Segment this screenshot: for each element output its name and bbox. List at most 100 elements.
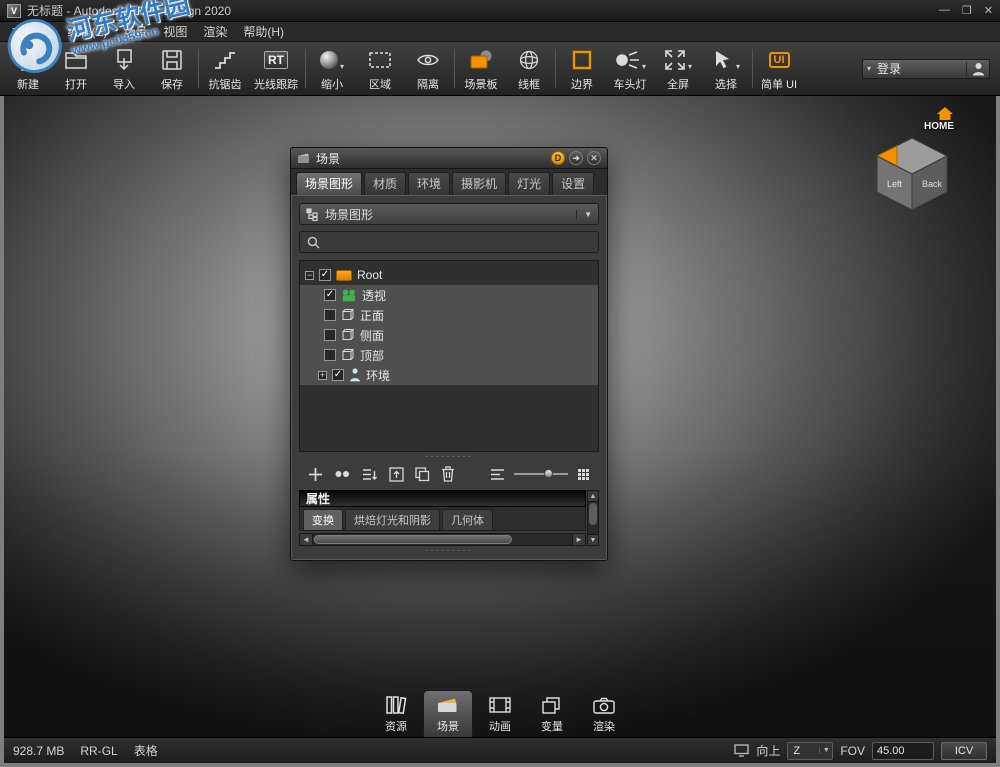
dock-assets[interactable]: 资源 xyxy=(371,690,421,737)
app-window: V 无标题 - Autodesk VRED Design 2020 — ❐ ✕ … xyxy=(0,0,1000,767)
scrollbar-thumb[interactable] xyxy=(589,503,597,525)
tab-material[interactable]: 材质 xyxy=(364,172,406,195)
region-icon xyxy=(368,46,392,74)
dock-variants[interactable]: 变量 xyxy=(527,690,577,737)
checkbox[interactable]: ✓ xyxy=(332,369,344,381)
toolbar-headlight[interactable]: ▾ 车头灯 xyxy=(606,44,654,93)
sort-list-button[interactable] xyxy=(362,467,378,482)
toolbar-new[interactable]: 新建 xyxy=(4,44,52,93)
user-icon xyxy=(966,62,985,76)
scenegraph-selector[interactable]: 场景图形 ▼ xyxy=(299,203,599,225)
scene-search[interactable] xyxy=(299,231,599,253)
expand-icon[interactable]: + xyxy=(318,371,327,380)
toolbar-zoom-out[interactable]: ▾ 缩小 xyxy=(308,44,356,93)
menu-help[interactable]: 帮助(H) xyxy=(235,21,292,42)
checkbox[interactable] xyxy=(324,349,336,361)
toolbar-select[interactable]: ▾ 选择 xyxy=(702,44,750,93)
toolbar-isolate[interactable]: 隔离 xyxy=(404,44,452,93)
scroll-down-arrow[interactable]: ▼ xyxy=(588,534,598,545)
tab-camera[interactable]: 摄影机 xyxy=(452,172,506,195)
checkbox[interactable]: ✓ xyxy=(319,269,331,281)
up-axis-dropdown[interactable]: Z ▼ xyxy=(787,742,833,760)
viewcube-home[interactable]: HOME xyxy=(924,106,954,132)
prop-tab-transform[interactable]: 变换 xyxy=(303,509,343,530)
toolbar-boundary[interactable]: 边界 xyxy=(558,44,606,93)
drag-grip[interactable]: ········· xyxy=(299,546,599,555)
tab-light[interactable]: 灯光 xyxy=(508,172,550,195)
add-node-button[interactable] xyxy=(308,467,323,482)
view-cube[interactable]: HOME Left Back xyxy=(864,106,960,212)
display-options-icon[interactable] xyxy=(490,468,505,481)
tree-item-top[interactable]: 顶部 xyxy=(300,345,598,365)
search-icon xyxy=(307,236,320,249)
tree-toolbar xyxy=(299,461,599,487)
dialog-close-button[interactable]: ✕ xyxy=(587,151,601,165)
vertical-scrollbar[interactable]: ▲ ▼ xyxy=(587,490,599,546)
toolbar-sceneplate[interactable]: 场景板 xyxy=(457,44,505,93)
menu-render[interactable]: 渲染 xyxy=(195,21,235,42)
tab-settings[interactable]: 设置 xyxy=(552,172,594,195)
properties-section: 属性 变换 烘焙灯光和阴影 几何体 ◄ ► xyxy=(299,490,599,546)
close-button[interactable]: ✕ xyxy=(984,4,993,17)
duplicate-button[interactable] xyxy=(415,467,430,482)
menu-file[interactable]: 文件(F) xyxy=(4,21,59,42)
scroll-up-arrow[interactable]: ▲ xyxy=(588,491,598,502)
title-bar: V 无标题 - Autodesk VRED Design 2020 — ❐ ✕ xyxy=(0,0,1000,22)
dock-render[interactable]: 渲染 xyxy=(579,690,629,737)
viewport-3d[interactable]: HOME Left Back 场景 D ➜ xyxy=(4,96,996,737)
dock-scene[interactable]: 场景 xyxy=(423,690,473,737)
toolbar-separator xyxy=(198,49,199,88)
delete-button[interactable] xyxy=(441,466,455,482)
checkbox[interactable]: ✓ xyxy=(324,289,336,301)
collapse-icon[interactable]: − xyxy=(305,271,314,280)
toolbar-save[interactable]: 保存 xyxy=(148,44,196,93)
toolbar-open[interactable]: 打开 xyxy=(52,44,100,93)
toolbar-import[interactable]: 导入 xyxy=(100,44,148,93)
scene-icon xyxy=(436,694,460,716)
menu-edit[interactable]: 编辑(E) xyxy=(59,21,115,42)
checkbox[interactable] xyxy=(324,309,336,321)
root-node-icon xyxy=(336,270,352,281)
move-up-button[interactable] xyxy=(389,467,404,482)
tree-item-root[interactable]: − ✓ Root xyxy=(300,265,598,285)
grid-view-icon[interactable] xyxy=(577,468,590,481)
toolbar-raytrace[interactable]: RT 光线跟踪 xyxy=(249,44,303,93)
prop-tab-geometry[interactable]: 几何体 xyxy=(442,509,493,530)
tree-item-environment[interactable]: + ✓ 环境 xyxy=(300,365,598,385)
scene-dialog-titlebar[interactable]: 场景 D ➜ ✕ xyxy=(291,148,607,169)
menu-scene[interactable]: 场景 xyxy=(115,21,155,42)
toolbar-wireframe[interactable]: 线框 xyxy=(505,44,553,93)
scene-search-input[interactable] xyxy=(326,235,591,249)
minimize-button[interactable]: — xyxy=(939,4,950,17)
instances-button[interactable] xyxy=(334,468,351,480)
tab-environment[interactable]: 环境 xyxy=(408,172,450,195)
fov-input[interactable] xyxy=(872,742,934,760)
tree-item-front[interactable]: 正面 xyxy=(300,305,598,325)
horizontal-scrollbar[interactable]: ◄ ► xyxy=(299,533,586,546)
tree-item-side[interactable]: 侧面 xyxy=(300,325,598,345)
icv-button[interactable]: ICV xyxy=(941,742,987,760)
menu-view[interactable]: 视图 xyxy=(155,21,195,42)
maximize-button[interactable]: ❐ xyxy=(962,4,972,17)
toolbar-region[interactable]: 区域 xyxy=(356,44,404,93)
scroll-right-arrow[interactable]: ► xyxy=(572,534,585,545)
slider-knob[interactable] xyxy=(544,469,553,478)
toolbar-fullscreen[interactable]: ▾ 全屏 xyxy=(654,44,702,93)
icon-size-slider[interactable] xyxy=(514,468,568,480)
toolbar-antialias[interactable]: 抗锯齿 xyxy=(201,44,249,93)
tree-item-perspective[interactable]: ✓ 透视 xyxy=(300,285,598,305)
tab-scenegraph[interactable]: 场景图形 xyxy=(296,172,362,195)
drag-grip[interactable]: ········· xyxy=(299,452,599,461)
dialog-badge-d[interactable]: D xyxy=(551,151,565,165)
import-icon xyxy=(113,46,135,74)
dock-animation[interactable]: 动画 xyxy=(475,690,525,737)
memory-indicator: 928.7 MB xyxy=(13,744,64,758)
checkbox[interactable] xyxy=(324,329,336,341)
dialog-detach-button[interactable]: ➜ xyxy=(569,151,583,165)
scroll-left-arrow[interactable]: ◄ xyxy=(300,534,313,545)
login-dropdown[interactable]: ▾ 登录 xyxy=(862,59,990,79)
prop-tab-baked-light[interactable]: 烘焙灯光和阴影 xyxy=(345,509,440,530)
viewport-frame: HOME Left Back 场景 D ➜ xyxy=(0,96,1000,767)
toolbar-simple-ui[interactable]: UI 简单 UI xyxy=(755,44,803,93)
scrollbar-thumb[interactable] xyxy=(314,535,512,544)
